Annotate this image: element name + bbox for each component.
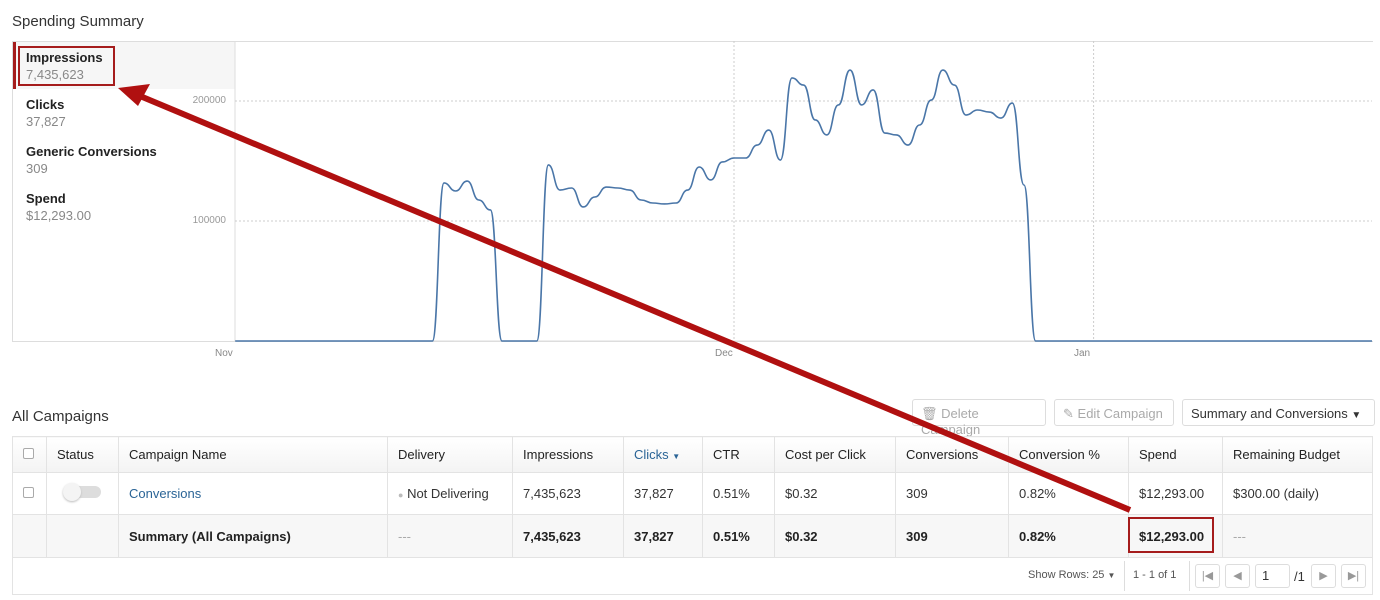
annotation-arrow xyxy=(118,84,1132,513)
